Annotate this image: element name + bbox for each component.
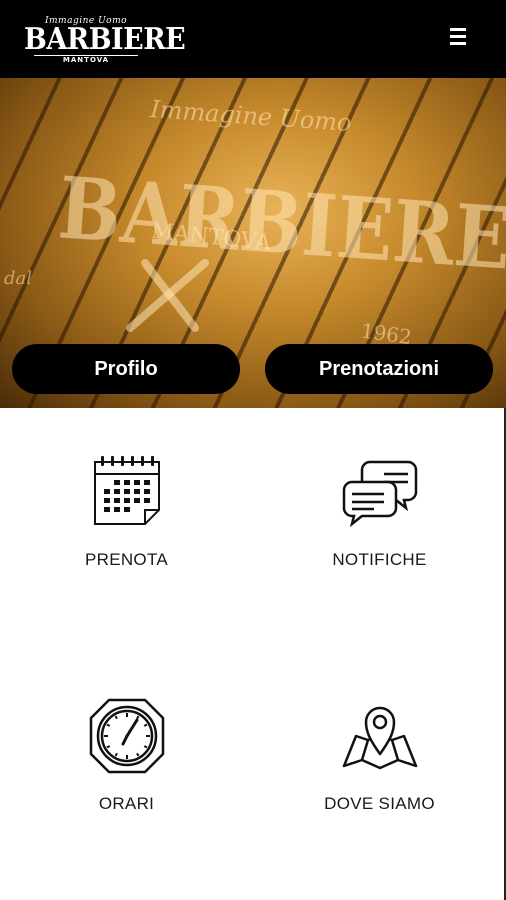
- map-pin-icon: [342, 706, 417, 770]
- menu-item-prenota[interactable]: PRENOTA: [0, 452, 253, 570]
- menu-item-label: DOVE SIAMO: [324, 794, 435, 813]
- menu-item-orari[interactable]: ORARI: [0, 696, 253, 814]
- hamburger-menu-icon[interactable]: [450, 28, 466, 46]
- menu-item-dove-siamo[interactable]: DOVE SIAMO: [253, 696, 506, 814]
- hero-watermark-dal: dal: [4, 268, 32, 289]
- menu-item-label: PRENOTA: [84, 550, 169, 569]
- prenotazioni-button[interactable]: Prenotazioni: [265, 344, 493, 394]
- barbiere-logo[interactable]: Immagine Uomo BARBIERE MANTOVA: [24, 16, 186, 72]
- scissors-watermark-icon: [126, 259, 209, 332]
- clock-icon: [89, 698, 164, 774]
- profilo-button[interactable]: Profilo: [12, 344, 240, 394]
- hero-banner: Immagine Uomo BARBIERE MANTOVA dal 1962 …: [0, 78, 506, 408]
- chat-bubbles-icon: [342, 460, 417, 528]
- menu-item-notifiche[interactable]: NOTIFICHE: [253, 452, 506, 570]
- calendar-icon: [93, 456, 160, 525]
- hero-watermark-tagline: Immagine Uomo: [148, 95, 352, 137]
- menu-item-label: NOTIFICHE: [332, 550, 427, 569]
- hero-watermark-title: BARBIERE: [55, 157, 506, 289]
- logo-title: BARBIERE: [24, 22, 186, 57]
- top-bar: Immagine Uomo BARBIERE MANTOVA: [0, 0, 506, 78]
- menu-item-label: ORARI: [98, 794, 155, 813]
